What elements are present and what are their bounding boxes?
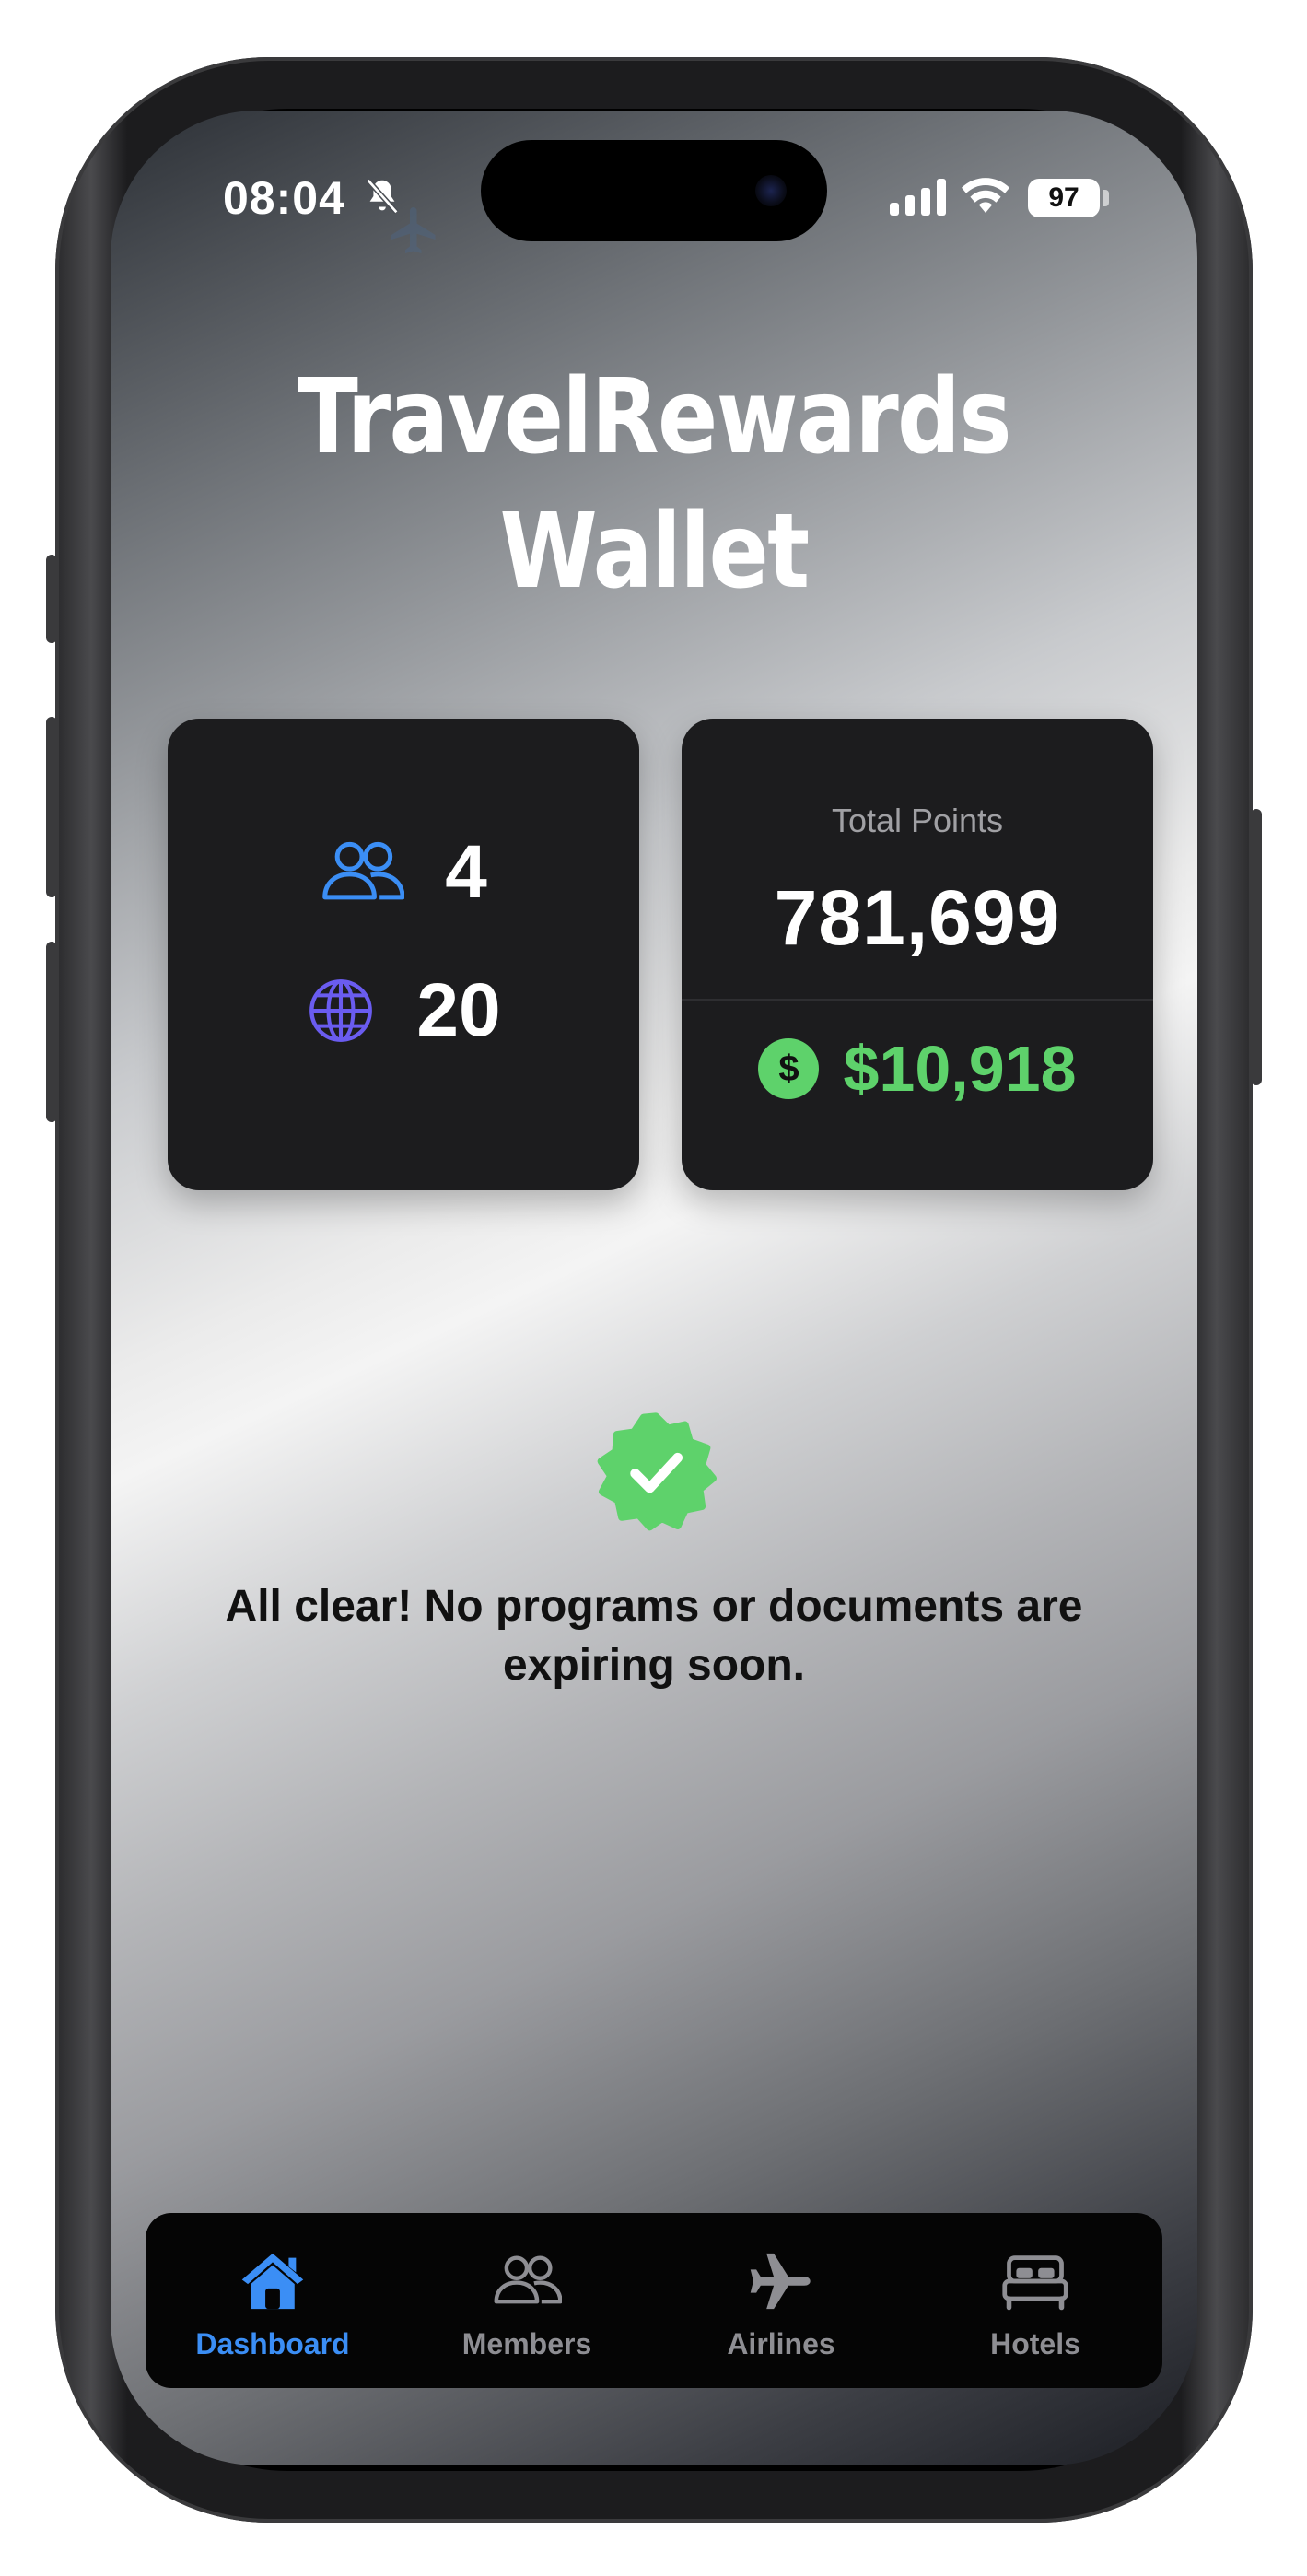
app-screen: 08:04 97 TravelRewards Wallet 4 20 Total… — [111, 111, 1197, 2465]
tab-hotels[interactable]: Hotels — [908, 2213, 1162, 2388]
people-icon — [322, 841, 405, 900]
page-title-line-1: TravelRewards — [298, 357, 1011, 477]
total-points-value: 781,699 — [774, 874, 1061, 961]
house-icon — [241, 2253, 304, 2310]
cash-value-row: $ $10,918 — [682, 1032, 1153, 1106]
total-points-label: Total Points — [831, 802, 1004, 839]
members-count: 4 — [445, 830, 487, 914]
battery-cap — [1103, 190, 1109, 206]
dynamic-island — [481, 140, 827, 241]
tab-bar: Dashboard Members Airlines Hotels — [146, 2213, 1162, 2388]
tab-dashboard-label: Dashboard — [195, 2327, 350, 2360]
status-bar: 08:04 97 — [111, 111, 1197, 253]
total-points-card[interactable]: Total Points 781,699 $ $10,918 — [682, 719, 1153, 1190]
members-countries-card[interactable]: 4 20 — [168, 719, 639, 1190]
status-time: 08:04 — [223, 172, 345, 224]
countries-stat: 20 — [168, 967, 639, 1054]
bed-icon — [1002, 2255, 1068, 2311]
card-divider — [682, 999, 1153, 1001]
people-icon — [494, 2255, 562, 2304]
cash-value: $10,918 — [843, 1033, 1077, 1105]
wifi-icon — [962, 178, 1009, 213]
expiry-status-message: All clear! No programs or documents are … — [225, 1582, 1083, 1690]
page-title-line-2: Wallet — [499, 492, 811, 612]
cellular-signal-icon — [890, 179, 946, 216]
countries-count: 20 — [416, 968, 501, 1052]
globe-icon — [309, 979, 373, 1042]
airplane-icon — [391, 207, 436, 253]
members-stat: 4 — [168, 829, 639, 916]
tab-airlines[interactable]: Airlines — [654, 2213, 908, 2388]
checkmark-seal-icon — [597, 1412, 717, 1531]
action-button — [46, 555, 57, 643]
airplane-icon — [750, 2253, 811, 2310]
tab-hotels-label: Hotels — [990, 2327, 1080, 2360]
volume-up-button — [46, 717, 57, 897]
battery-indicator: 97 — [1028, 179, 1100, 217]
tab-members[interactable]: Members — [400, 2213, 654, 2388]
front-camera — [755, 175, 787, 206]
dollar-circle-icon: $ — [758, 1038, 820, 1099]
tab-airlines-label: Airlines — [727, 2327, 835, 2360]
page-title: TravelRewards Wallet — [187, 350, 1122, 619]
tab-dashboard[interactable]: Dashboard — [146, 2213, 400, 2388]
volume-down-button — [46, 942, 57, 1122]
tab-members-label: Members — [461, 2327, 592, 2360]
power-button — [1251, 809, 1262, 1085]
